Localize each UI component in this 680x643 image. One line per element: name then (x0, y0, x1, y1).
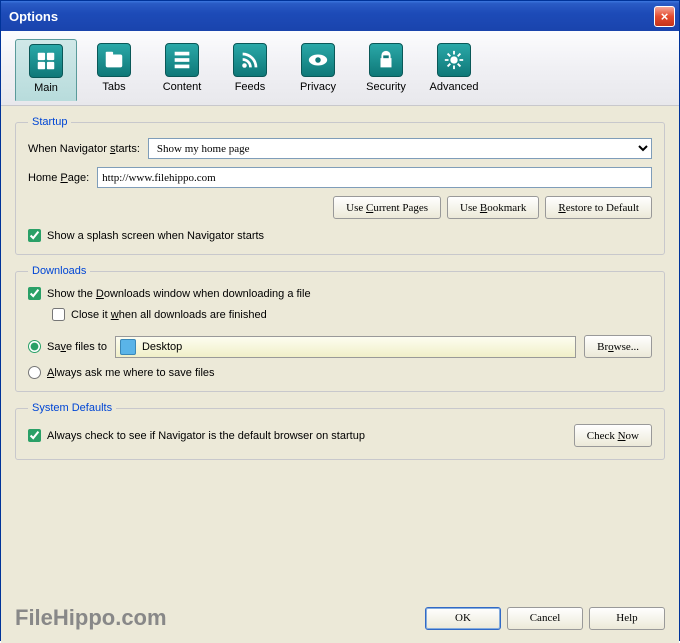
defaults-legend: System Defaults (28, 402, 116, 414)
startup-legend: Startup (28, 116, 71, 128)
splash-checkbox[interactable] (28, 229, 41, 242)
downloads-legend: Downloads (28, 265, 90, 277)
tab-label: Security (366, 81, 406, 93)
tab-advanced[interactable]: Advanced (423, 39, 485, 101)
show-downloads-label: Show the Downloads window when downloadi… (47, 288, 311, 300)
bottom-bar: FileHippo.com OK Cancel Help (15, 605, 665, 631)
home-page-input[interactable] (97, 167, 652, 188)
close-finished-checkbox[interactable] (52, 308, 65, 321)
use-bookmark-button[interactable]: Use Bookmark (447, 196, 539, 219)
cancel-button[interactable]: Cancel (507, 607, 583, 630)
help-button[interactable]: Help (589, 607, 665, 630)
tab-label: Main (34, 82, 58, 94)
tab-label: Content (163, 81, 202, 93)
downloads-group: Downloads Show the Downloads window when… (15, 265, 665, 392)
always-ask-label: Always ask me where to save files (47, 367, 215, 379)
content-area: Startup When Navigator starts: Show my h… (1, 106, 679, 643)
save-location-box: Desktop (115, 336, 576, 358)
restore-default-button[interactable]: Restore to Default (545, 196, 652, 219)
save-location-text: Desktop (142, 341, 182, 353)
always-ask-radio[interactable] (28, 366, 41, 379)
close-icon[interactable]: × (654, 6, 675, 27)
tab-label: Advanced (430, 81, 479, 93)
category-toolbar: Main Tabs Content Feeds Privacy Security… (1, 31, 679, 106)
tab-label: Feeds (235, 81, 266, 93)
tab-privacy[interactable]: Privacy (287, 39, 349, 101)
use-current-button[interactable]: Use Current Pages (333, 196, 441, 219)
defaults-group: System Defaults Always check to see if N… (15, 402, 665, 460)
save-to-label: Save files to (47, 341, 107, 353)
watermark: FileHippo.com (15, 605, 425, 631)
close-finished-label: Close it when all downloads are finished (71, 309, 267, 321)
home-page-label: Home Page: (28, 172, 89, 184)
tab-feeds[interactable]: Feeds (219, 39, 281, 101)
ok-button[interactable]: OK (425, 607, 501, 630)
startup-group: Startup When Navigator starts: Show my h… (15, 116, 665, 255)
title-text: Options (9, 9, 654, 24)
when-starts-select[interactable]: Show my home page (148, 138, 652, 159)
options-window: Options × Main Tabs Content Feeds Privac… (0, 0, 680, 641)
feeds-icon (233, 43, 267, 77)
desktop-icon (120, 339, 136, 355)
main-icon (29, 44, 63, 78)
tab-main[interactable]: Main (15, 39, 77, 101)
security-icon (369, 43, 403, 77)
content-icon (165, 43, 199, 77)
tab-security[interactable]: Security (355, 39, 417, 101)
check-now-button[interactable]: Check Now (574, 424, 652, 447)
tabs-icon (97, 43, 131, 77)
always-check-label: Always check to see if Navigator is the … (47, 430, 365, 442)
when-starts-label: When Navigator starts: (28, 143, 140, 155)
tab-label: Tabs (102, 81, 125, 93)
show-downloads-checkbox[interactable] (28, 287, 41, 300)
browse-button[interactable]: Browse... (584, 335, 652, 358)
always-check-checkbox[interactable] (28, 429, 41, 442)
tab-tabs[interactable]: Tabs (83, 39, 145, 101)
advanced-icon (437, 43, 471, 77)
save-to-radio[interactable] (28, 340, 41, 353)
splash-label: Show a splash screen when Navigator star… (47, 230, 264, 242)
privacy-icon (301, 43, 335, 77)
tab-label: Privacy (300, 81, 336, 93)
tab-content[interactable]: Content (151, 39, 213, 101)
titlebar: Options × (1, 1, 679, 31)
